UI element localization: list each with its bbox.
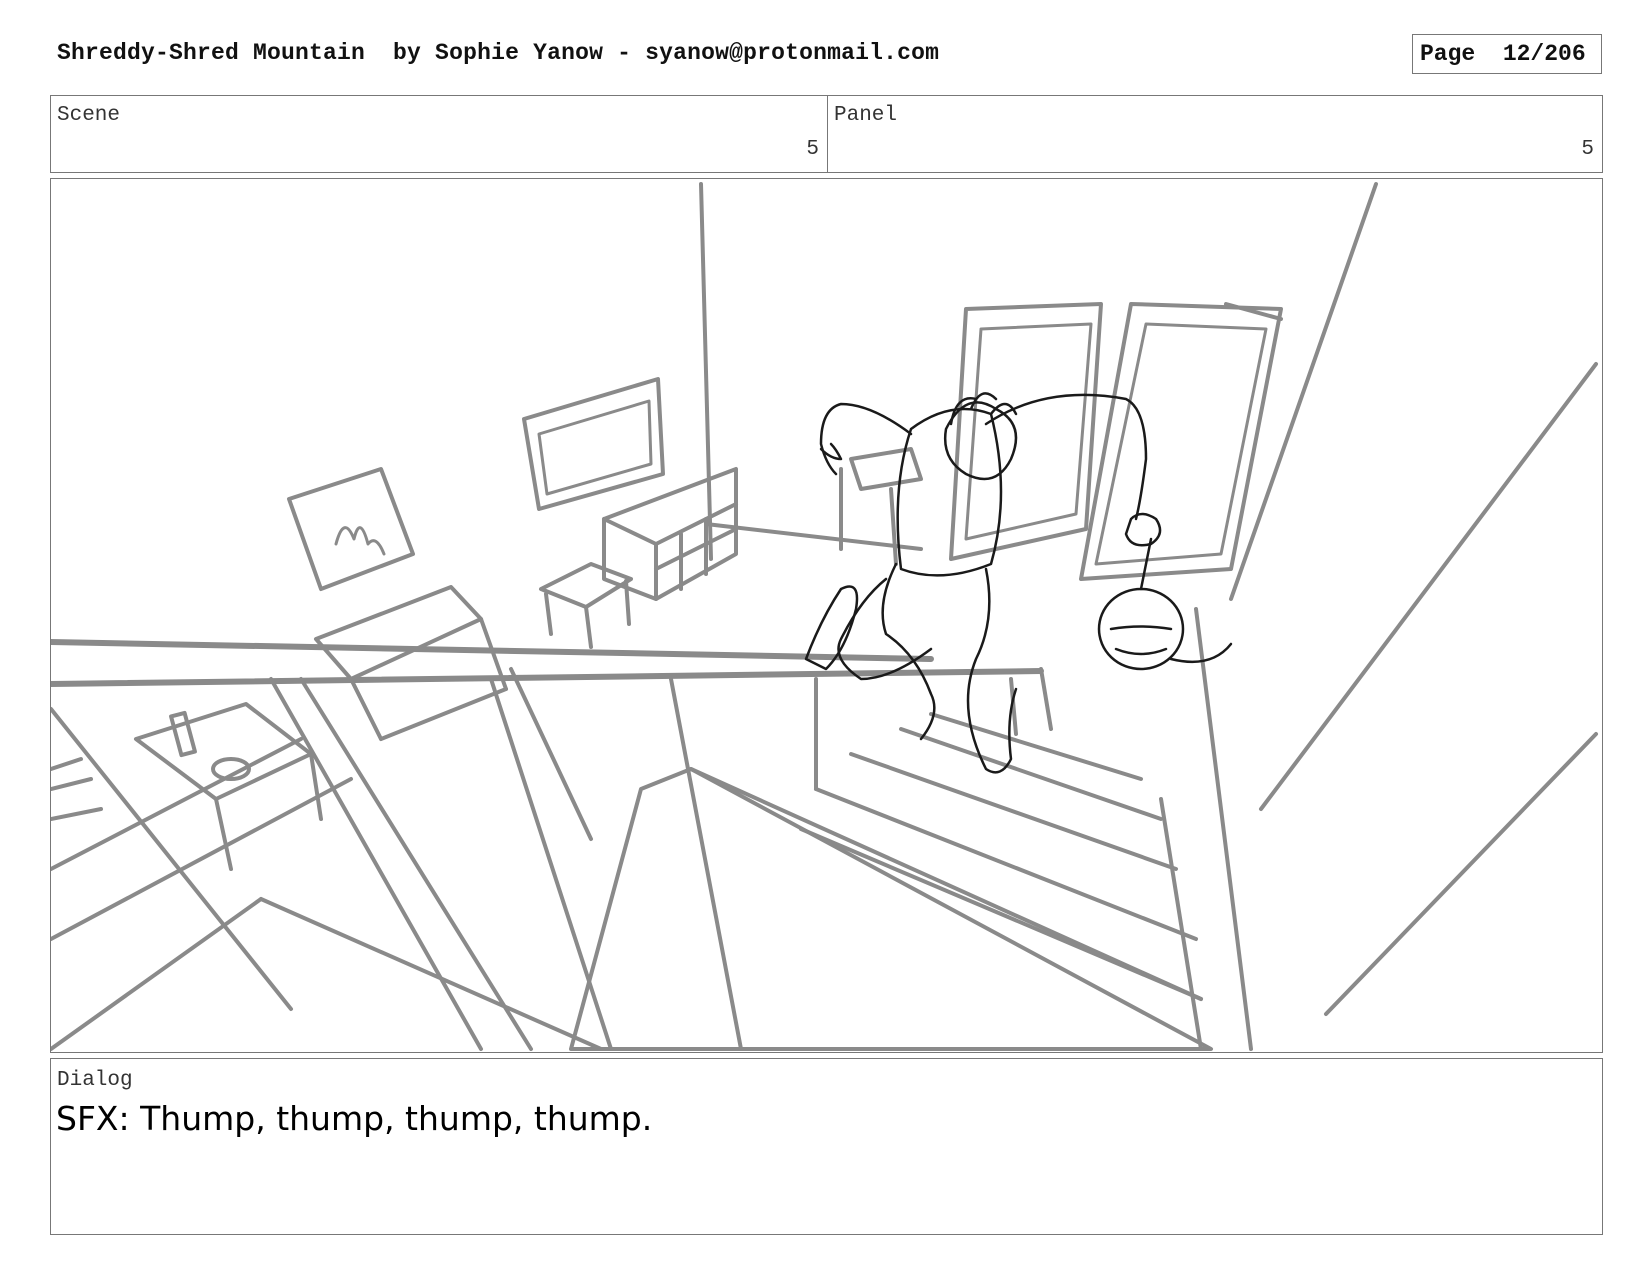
dialog-text: SFX: Thump, thump, thump, thump. [56, 1099, 653, 1138]
dialog-box: Dialog SFX: Thump, thump, thump, thump. [50, 1058, 1603, 1235]
scene-cell: Scene 5 [51, 96, 828, 172]
scene-panel-row: Scene 5 Panel 5 [50, 95, 1603, 173]
panel-label: Panel [834, 104, 898, 127]
storyboard-title: Shreddy-Shred Mountain by Sophie Yanow -… [57, 40, 940, 66]
panel-cell: Panel 5 [828, 96, 1602, 172]
storyboard-sketch [51, 182, 1598, 1051]
running-figure [804, 392, 1233, 774]
storyboard-frame [50, 178, 1603, 1053]
dialog-label: Dialog [57, 1069, 133, 1092]
scene-number: 5 [806, 138, 819, 161]
panel-number: 5 [1581, 138, 1594, 161]
scene-label: Scene [57, 104, 121, 127]
page-number: Page 12/206 [1412, 34, 1602, 74]
